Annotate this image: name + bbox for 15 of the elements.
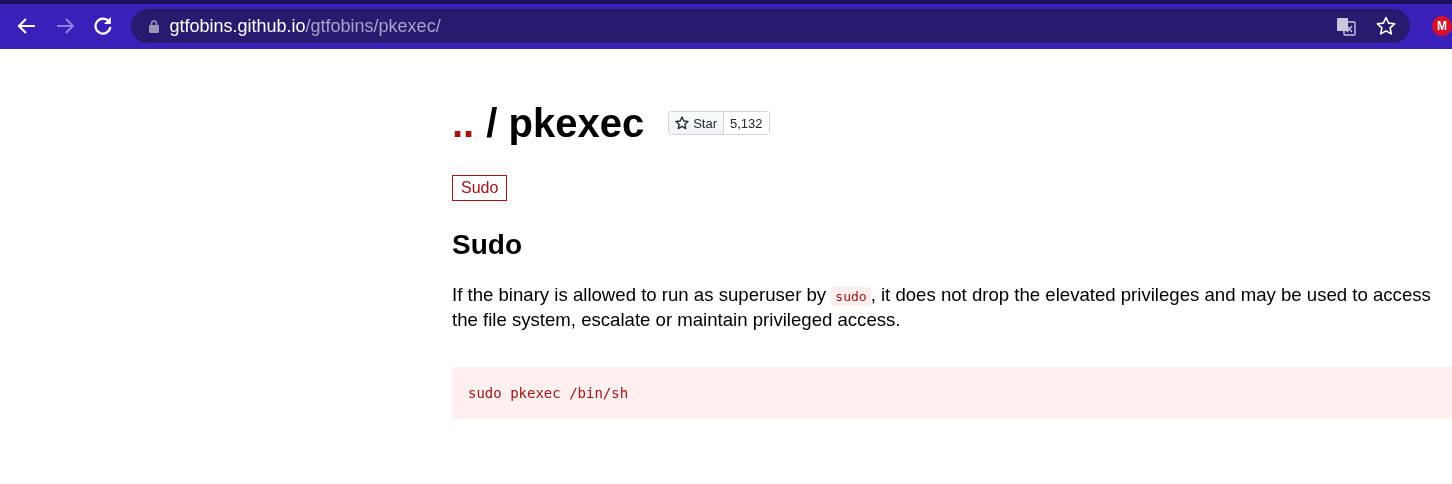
tag-link[interactable]: Sudo <box>452 175 508 201</box>
star-icon[interactable] <box>1376 16 1397 36</box>
reload-icon[interactable] <box>91 15 114 37</box>
extension-icon[interactable]: M <box>1432 16 1452 36</box>
code-block: sudo pkexec /bin/sh <box>452 367 1452 419</box>
translate-icon[interactable] <box>1336 16 1357 36</box>
parent-link[interactable]: .. <box>452 100 475 145</box>
description-paragraph: If the binary is allowed to run as superuser by sudo , it does not drop the elevated privileges and may be used to access the file system, escalate or maintain privileged access. <box>452 283 1432 331</box>
github-star-button[interactable]: Star 5,132 <box>668 111 770 135</box>
section-heading: Sudo <box>452 229 523 261</box>
page-title: / pkexec <box>486 100 645 145</box>
url-text: gtfobins.github.io/gtfobins/pkexec/ <box>169 15 442 37</box>
address-bar[interactable]: gtfobins.github.io/gtfobins/pkexec/ <box>131 9 1411 43</box>
star-icon <box>675 116 690 130</box>
lock-icon <box>149 19 160 33</box>
